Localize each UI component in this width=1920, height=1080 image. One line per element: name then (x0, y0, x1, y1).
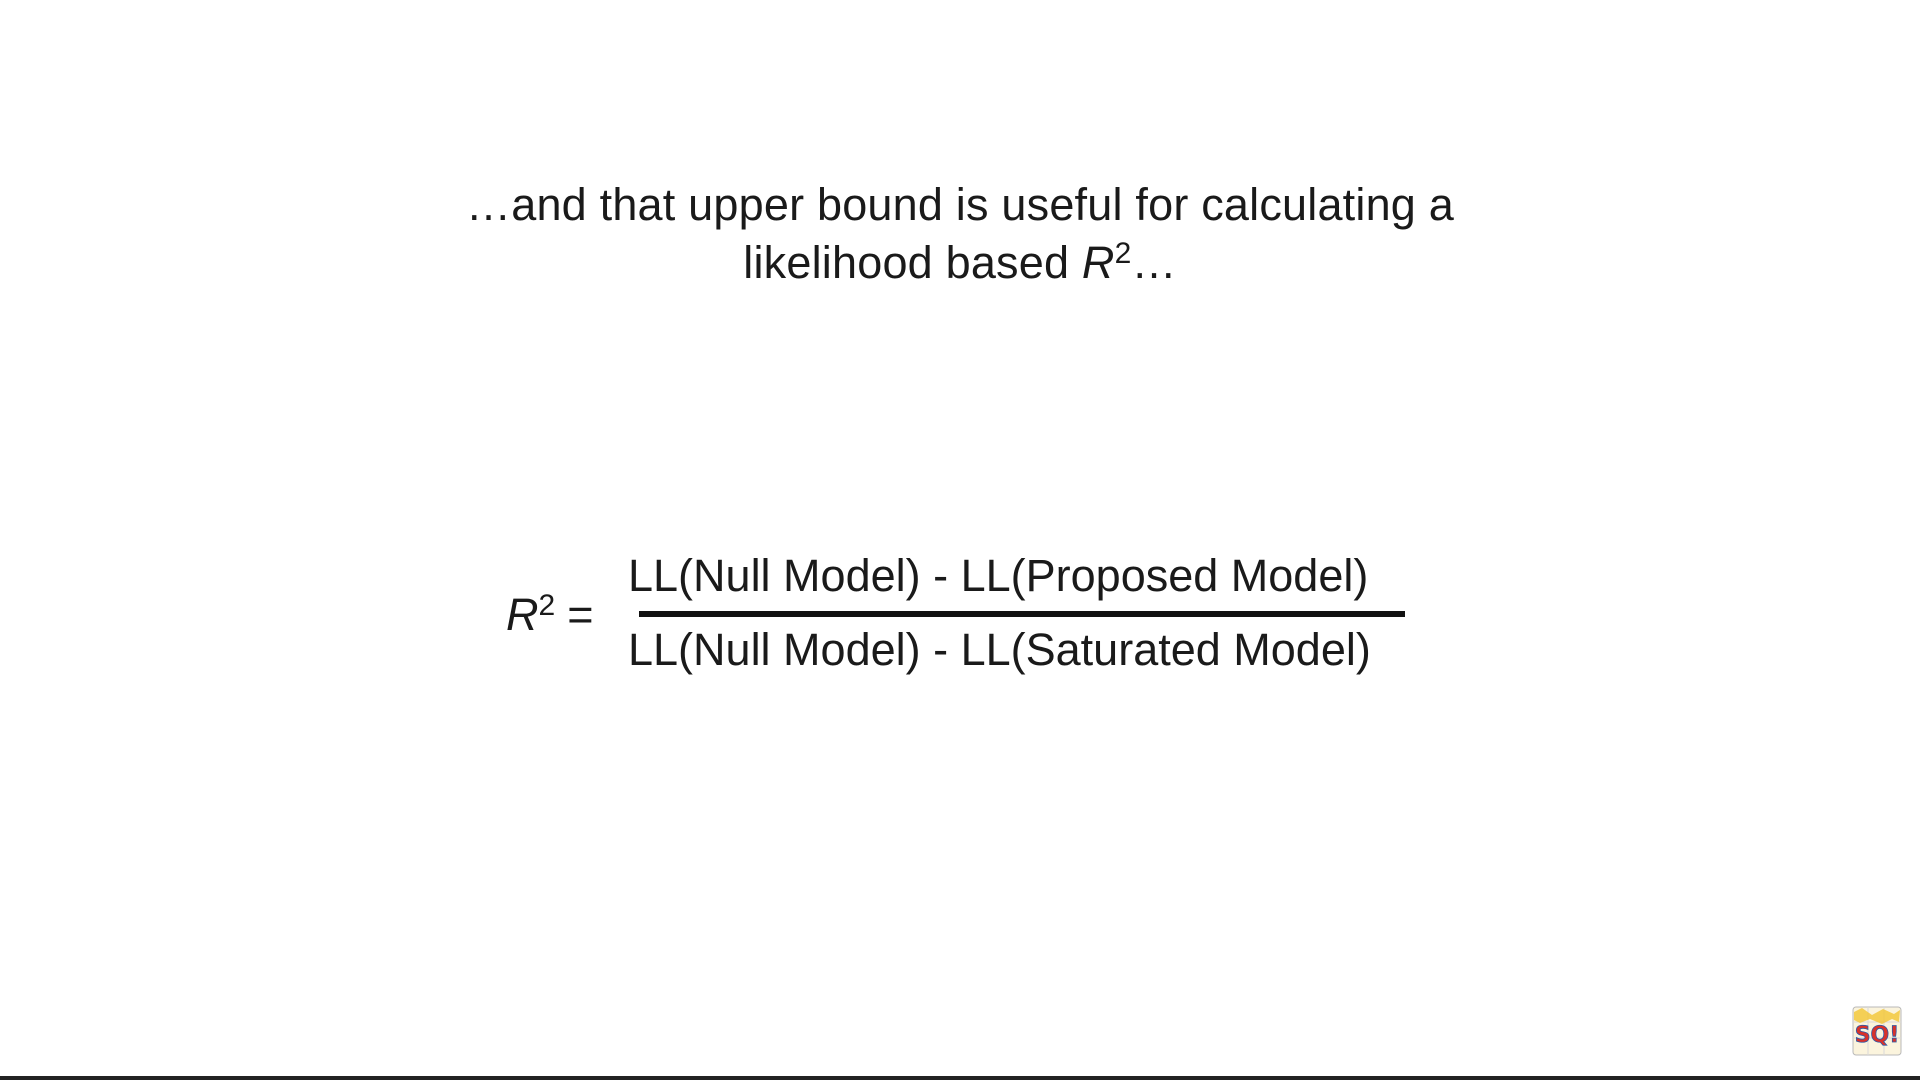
channel-logo-icon: SQ! (1852, 1006, 1902, 1056)
logo-text: SQ! (1855, 1023, 1900, 1048)
caption-line-2: likelihood based R2… (0, 234, 1920, 292)
formula-equals-sign: = (567, 589, 594, 640)
caption-line-2-prefix: likelihood based (743, 237, 1082, 288)
fraction-bar (639, 611, 1405, 617)
slide-caption: …and that upper bound is useful for calc… (0, 176, 1920, 292)
bottom-edge-bar (0, 1076, 1920, 1080)
formula-denominator: LL(Null Model) - LL(Saturated Model) (628, 624, 1371, 675)
caption-line-2-suffix: … (1131, 237, 1177, 288)
formula-lhs: R2 = (506, 588, 593, 642)
slide: …and that upper bound is useful for calc… (0, 0, 1920, 1080)
r-squared-exponent: 2 (1114, 237, 1132, 270)
caption-line-1: …and that upper bound is useful for calc… (466, 179, 1454, 230)
formula-r-symbol: R (506, 589, 539, 640)
formula-numerator: LL(Null Model) - LL(Proposed Model) (628, 550, 1369, 601)
formula-r-exponent: 2 (538, 589, 556, 622)
r-squared-formula: R2 = LL(Null Model) - LL(Proposed Model) … (506, 548, 1426, 688)
r-squared-symbol: R (1081, 237, 1115, 288)
